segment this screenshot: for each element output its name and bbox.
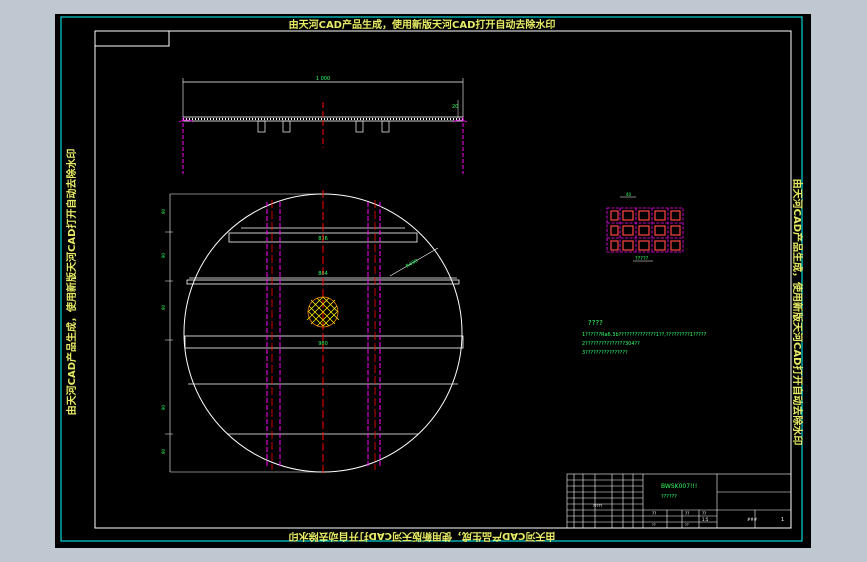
outer-frame bbox=[60, 16, 803, 542]
plan-view: 90 90 90 90 90 836 884 980 R490 bbox=[161, 190, 464, 476]
inner-frame bbox=[94, 30, 792, 529]
watermark-top: 由天河CAD产品生成，使用新版天河CAD打开自动去除水印 bbox=[289, 18, 556, 31]
top-section-view: 1 000 20 bbox=[178, 76, 468, 174]
grid-detail: 40 ????? bbox=[606, 192, 684, 262]
svg-text:90: 90 bbox=[161, 304, 166, 310]
svg-text:?????: ????? bbox=[593, 504, 602, 508]
corner-box bbox=[94, 30, 170, 47]
svg-text:90: 90 bbox=[161, 404, 166, 410]
watermark-right: 由天河CAD产品生成，使用新版天河CAD打开自动去除水印 bbox=[791, 179, 804, 446]
svg-text:90: 90 bbox=[161, 252, 166, 258]
svg-text:90: 90 bbox=[161, 448, 166, 454]
drawing-code: BWSK007!!! bbox=[661, 483, 697, 490]
drawing-name: ?????? bbox=[661, 494, 677, 500]
svg-text:90: 90 bbox=[161, 208, 166, 214]
drawing-scale: 1:5 bbox=[702, 517, 709, 522]
dim-top-height: 20 bbox=[452, 104, 458, 110]
cad-viewport[interactable]: 由天河CAD产品生成，使用新版天河CAD打开自动去除水印 由天河CAD产品生成，… bbox=[55, 14, 811, 548]
svg-text:2???????????????304??: 2???????????????304?? bbox=[582, 341, 640, 347]
svg-text:??: ?? bbox=[685, 511, 689, 516]
watermark-left: 由天河CAD产品生成，使用新版天河CAD打开自动去除水印 bbox=[65, 149, 78, 416]
notes-title: ???? bbox=[588, 319, 603, 327]
watermark-bottom: 由天河CAD产品生成，使用新版天河CAD打开自动去除水印 bbox=[289, 530, 556, 543]
svg-text:??: ?? bbox=[652, 523, 656, 527]
svg-text:3????????????????: 3???????????????? bbox=[582, 350, 628, 356]
sheet-number: 1 bbox=[781, 517, 784, 523]
sheet-label: ### bbox=[747, 517, 758, 522]
svg-text:??: ?? bbox=[685, 523, 689, 527]
svg-text:1??????Ra6.3b??????????????1??: 1??????Ra6.3b??????????????1??,?????????… bbox=[582, 332, 707, 338]
svg-text:??: ?? bbox=[702, 511, 706, 516]
svg-text:??: ?? bbox=[652, 511, 656, 516]
cad-drawing: 由天河CAD产品生成，使用新版天河CAD打开自动去除水印 由天河CAD产品生成，… bbox=[60, 16, 804, 543]
svg-text:R490: R490 bbox=[405, 258, 419, 270]
dim-top-width: 1 000 bbox=[316, 76, 330, 82]
technical-notes: ???? 1??????Ra6.3b??????????????1??,????… bbox=[582, 319, 707, 356]
svg-text:?????: ????? bbox=[635, 256, 649, 262]
svg-text:40: 40 bbox=[626, 192, 632, 197]
